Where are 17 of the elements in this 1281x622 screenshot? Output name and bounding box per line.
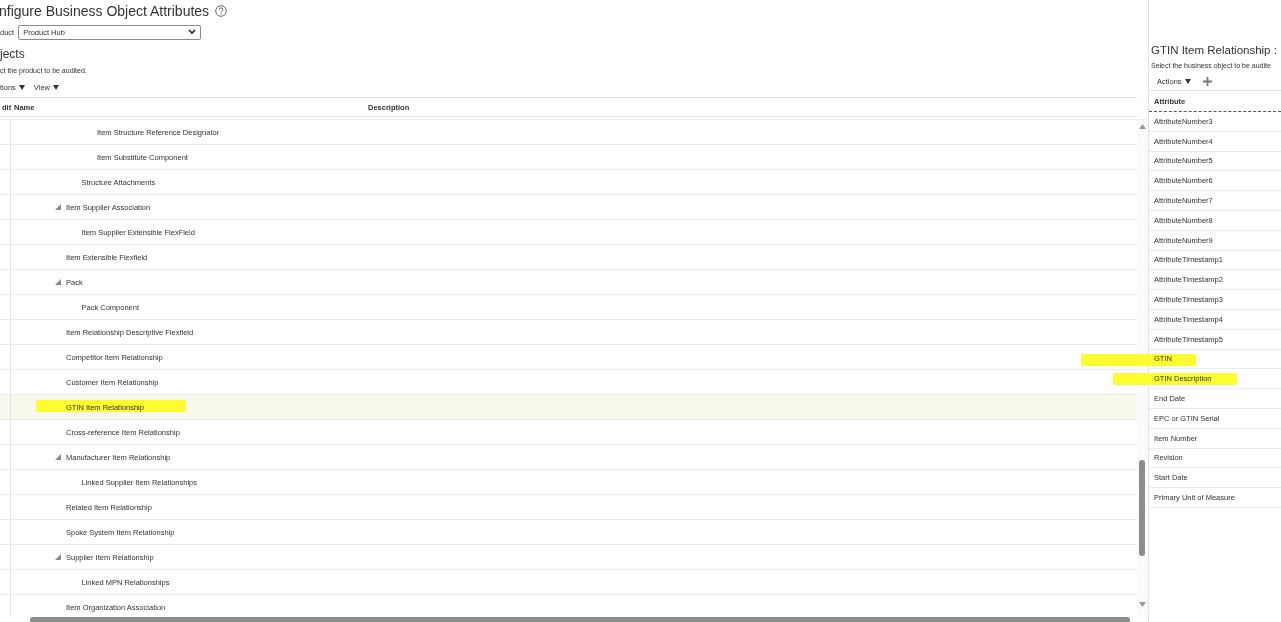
caret-icon bbox=[52, 84, 59, 90]
expanded-triangle-icon[interactable] bbox=[55, 454, 61, 460]
panel-title: GTIN Item Relationship : bbox=[1150, 44, 1278, 58]
expanded-triangle-icon[interactable] bbox=[55, 279, 61, 285]
scrollbar-thumb[interactable] bbox=[1139, 460, 1145, 556]
caret-icon bbox=[18, 84, 25, 90]
horizontal-scrollbar-thumb[interactable] bbox=[30, 617, 1130, 622]
caret-icon bbox=[1184, 78, 1191, 84]
expanded-triangle-icon[interactable] bbox=[55, 554, 61, 560]
chevron-down-icon bbox=[188, 29, 197, 35]
page-title: nfigure Business Object Attributes bbox=[0, 3, 210, 19]
add-icon[interactable] bbox=[1202, 76, 1212, 86]
section-heading: jects bbox=[0, 47, 26, 63]
help-icon[interactable] bbox=[215, 5, 228, 17]
scroll-up-icon[interactable] bbox=[1139, 124, 1146, 129]
expanded-triangle-icon[interactable] bbox=[55, 204, 61, 210]
scroll-down-icon[interactable] bbox=[1139, 602, 1146, 607]
